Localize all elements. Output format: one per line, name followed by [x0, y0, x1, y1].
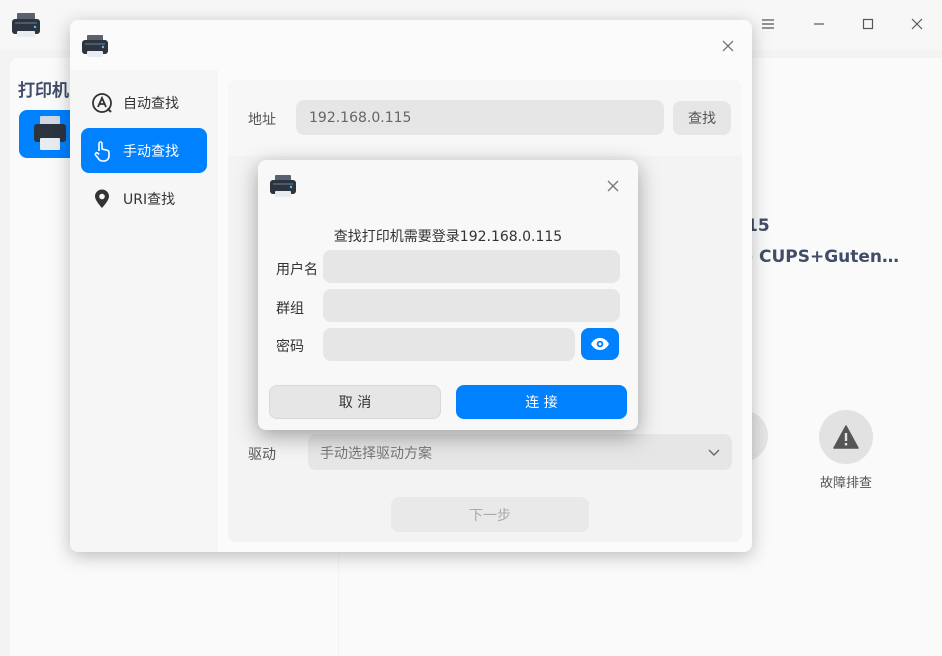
printer-app-icon	[12, 13, 40, 37]
find-button[interactable]: 查找	[673, 101, 731, 135]
address-input[interactable]	[296, 100, 664, 135]
group-label: 群组	[276, 301, 304, 317]
location-pin-icon	[91, 188, 113, 210]
manual-find-icon	[91, 140, 113, 162]
driver-label: 驱动	[248, 447, 276, 463]
username-input[interactable]	[323, 250, 620, 283]
auto-find-icon	[91, 92, 113, 114]
maximize-button[interactable]	[854, 10, 882, 38]
password-label: 密码	[276, 339, 304, 355]
find-method-sidebar: 自动查找 手动查找 URI查找	[70, 70, 218, 552]
printer-driver-text: - CUPS+Guten…	[746, 247, 900, 267]
printer-app-icon	[270, 175, 296, 197]
nav-uri-find[interactable]: URI查找	[81, 176, 207, 221]
chevron-down-icon	[708, 449, 720, 456]
close-window-button[interactable]	[903, 10, 931, 38]
nav-label: URI查找	[123, 191, 176, 208]
dialog-titlebar	[70, 20, 752, 70]
nav-label: 自动查找	[123, 95, 179, 112]
eye-icon	[591, 338, 609, 350]
printer-app-icon	[82, 35, 108, 57]
address-label: 地址	[248, 112, 276, 128]
warning-icon	[833, 425, 859, 449]
nav-auto-find[interactable]: 自动查找	[81, 80, 207, 125]
printer-icon	[34, 116, 66, 150]
login-message: 查找打印机需要登录192.168.0.115	[333, 229, 563, 245]
menu-icon[interactable]	[754, 10, 782, 38]
connect-button[interactable]: 连 接	[456, 385, 627, 419]
show-password-button[interactable]	[581, 328, 619, 360]
username-label: 用户名	[276, 262, 318, 278]
close-icon[interactable]	[600, 174, 626, 198]
nav-manual-find[interactable]: 手动查找	[81, 128, 207, 173]
driver-select-value: 手动选择驱动方案	[320, 446, 432, 462]
printer-list-title: 打印机	[18, 81, 69, 101]
login-dialog: 查找打印机需要登录192.168.0.115 用户名 群组 密码 取 消 连 接	[258, 160, 638, 430]
troubleshoot-button[interactable]	[819, 410, 873, 464]
driver-select[interactable]: 手动选择驱动方案	[308, 434, 732, 470]
address-row: 地址 查找	[228, 80, 742, 156]
group-input[interactable]	[323, 289, 620, 322]
nav-label: 手动查找	[123, 143, 179, 160]
password-input[interactable]	[323, 328, 575, 361]
cancel-button[interactable]: 取 消	[269, 385, 441, 419]
troubleshoot-label: 故障排查	[819, 476, 872, 491]
next-button[interactable]: 下一步	[391, 497, 589, 532]
minimize-button[interactable]	[805, 10, 833, 38]
close-icon[interactable]	[714, 34, 742, 58]
